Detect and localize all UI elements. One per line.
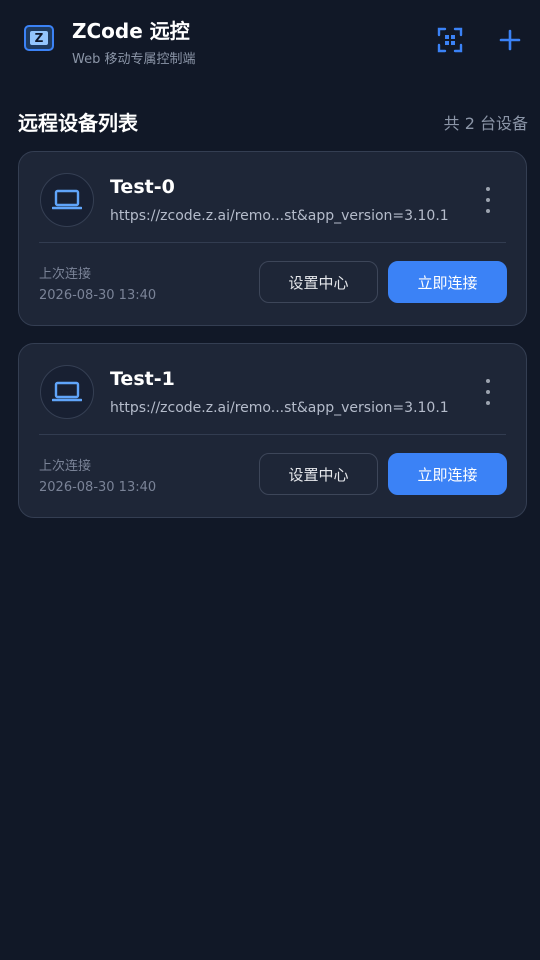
device-card: Test-0 https://zcode.z.ai/remo...st&app_… [18, 151, 527, 326]
app-title: ZCode 远控 [72, 19, 190, 43]
header: Z ZCode 远控 Web 移动专属控制端 [0, 0, 540, 80]
divider [39, 242, 506, 243]
last-connection-time: 2026-08-30 13:40 [39, 288, 157, 303]
laptop-icon [52, 381, 82, 402]
divider [39, 434, 506, 435]
connect-now-button[interactable]: 立即连接 [388, 261, 507, 303]
device-avatar [40, 365, 94, 419]
device-card: Test-1 https://zcode.z.ai/remo...st&app_… [18, 343, 527, 518]
settings-center-button[interactable]: 设置中心 [259, 261, 378, 303]
device-url: https://zcode.z.ai/remo...st&app_version… [110, 400, 449, 416]
more-dots-icon [486, 379, 490, 383]
connect-now-button[interactable]: 立即连接 [388, 453, 507, 495]
zcode-logo-icon: Z [24, 25, 54, 51]
last-connection-time: 2026-08-30 13:40 [39, 480, 157, 495]
device-count: 共 2 台设备 [443, 114, 528, 133]
settings-center-button[interactable]: 设置中心 [259, 453, 378, 495]
plus-icon [499, 29, 521, 51]
more-options-button[interactable] [482, 379, 494, 405]
more-dots-icon [486, 187, 490, 191]
app-root: Z ZCode 远控 Web 移动专属控制端 远程设备列表 共 2 台设备 Te… [0, 0, 540, 960]
add-device-button[interactable] [496, 26, 524, 54]
last-connection-label: 上次连接 [39, 267, 92, 282]
device-name: Test-0 [110, 176, 175, 198]
device-url: https://zcode.z.ai/remo...st&app_version… [110, 208, 449, 224]
more-options-button[interactable] [482, 187, 494, 213]
scan-button[interactable] [436, 26, 464, 54]
scan-icon [437, 27, 463, 53]
section-title: 远程设备列表 [18, 111, 138, 135]
laptop-icon [52, 189, 82, 210]
device-avatar [40, 173, 94, 227]
last-connection-label: 上次连接 [39, 459, 92, 474]
device-name: Test-1 [110, 368, 175, 390]
app-subtitle: Web 移动专属控制端 [72, 52, 196, 67]
